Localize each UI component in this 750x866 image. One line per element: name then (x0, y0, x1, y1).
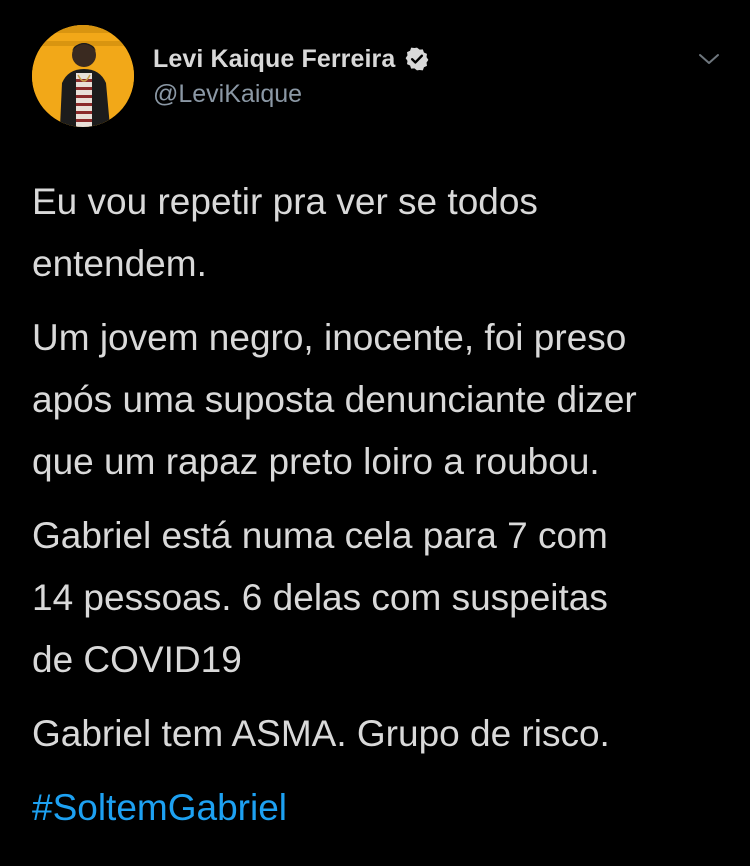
name-row: Levi Kaique Ferreira (153, 41, 430, 77)
avatar[interactable] (32, 25, 134, 127)
tweet-text: Eu vou repetir pra ver se todos entendem… (32, 171, 722, 839)
tweet-paragraph: Gabriel está numa cela para 7 com 14 pes… (32, 515, 608, 680)
tweet-paragraph: Um jovem negro, inocente, foi preso após… (32, 317, 637, 482)
hashtag-link[interactable]: #SoltemGabriel (32, 777, 722, 839)
chevron-down-icon[interactable] (696, 46, 722, 72)
tweet-paragraph: Gabriel tem ASMA. Grupo de risco. (32, 713, 610, 754)
handle[interactable]: @LeviKaique (153, 80, 302, 109)
tweet-header: Levi Kaique Ferreira @LeviKaique (32, 24, 722, 130)
tweet: Levi Kaique Ferreira @LeviKaique Eu vou … (0, 0, 750, 866)
tweet-paragraph: Eu vou repetir pra ver se todos entendem… (32, 181, 538, 284)
avatar-image (32, 25, 134, 127)
verified-badge-icon (404, 46, 430, 72)
display-name[interactable]: Levi Kaique Ferreira (153, 45, 395, 74)
